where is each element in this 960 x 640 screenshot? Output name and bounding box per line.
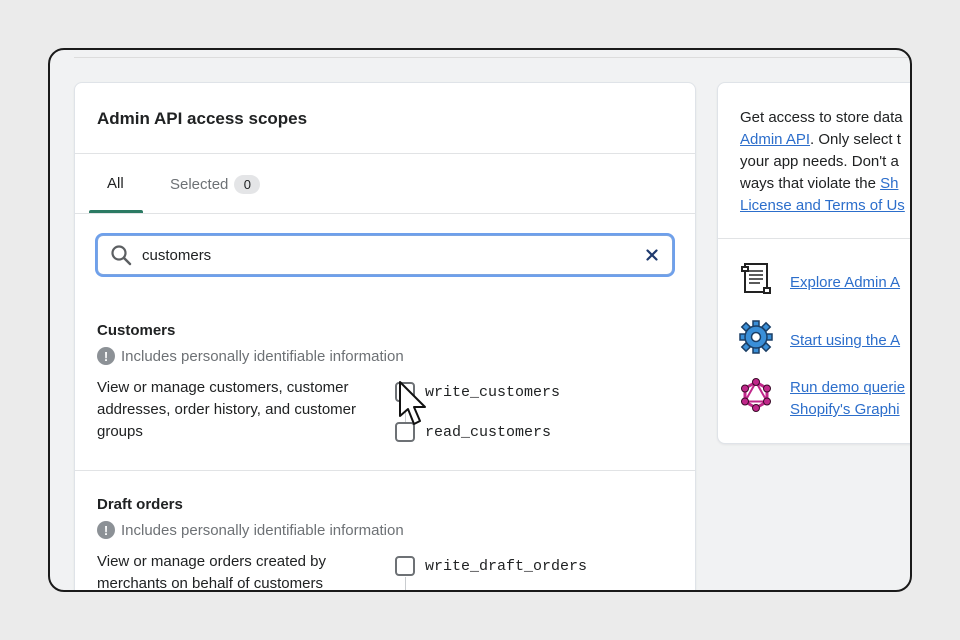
alert-icon: !: [97, 521, 115, 539]
mouse-cursor: [398, 380, 428, 433]
intro-line: your app needs. Don't a: [740, 153, 899, 170]
intro-line: Get access to store data: [740, 109, 903, 126]
link-line: Run demo querie: [790, 379, 906, 396]
tab-selected[interactable]: Selected 0: [170, 175, 261, 194]
start-using-api-link[interactable]: Start using the A: [790, 330, 900, 352]
divider: [718, 238, 910, 239]
intro-line: ways that violate the: [740, 175, 881, 192]
admin-api-link[interactable]: Admin API: [740, 131, 810, 148]
search-input[interactable]: [142, 244, 622, 266]
pii-text: Includes personally identifiable informa…: [121, 347, 404, 365]
window-frame: Admin API access scopes All Selected 0 C…: [48, 48, 912, 592]
scope-label: write_draft_orders: [425, 557, 588, 575]
run-demo-queries-link[interactable]: Run demo querie Shopify's Graphi: [790, 377, 905, 421]
scope-connector: [405, 577, 406, 590]
scope-checkbox[interactable]: [395, 556, 415, 576]
tab-selected-label: Selected: [170, 176, 229, 193]
clear-search-icon[interactable]: [646, 248, 658, 266]
pii-notice: ! Includes personally identifiable infor…: [97, 521, 404, 539]
gear-icon: [738, 319, 774, 360]
search-field[interactable]: [97, 235, 673, 275]
graphql-icon: [738, 377, 774, 418]
info-card: Get access to store data Admin API. Only…: [717, 82, 910, 444]
divider: [75, 470, 695, 471]
scope-label: read_customers: [425, 423, 552, 441]
section-title: Customers: [97, 322, 176, 339]
divider: [75, 153, 695, 154]
selected-count-badge: 0: [234, 175, 261, 194]
section-description: View or manage customers, customer addre…: [97, 379, 357, 440]
intro-line: . Only select t: [810, 131, 901, 148]
resource-item[interactable]: Explore Admin A: [738, 261, 900, 302]
tab-all[interactable]: All: [107, 175, 124, 192]
divider: [75, 213, 695, 214]
pii-notice: ! Includes personally identifiable infor…: [97, 347, 404, 365]
resource-item[interactable]: Start using the A: [738, 319, 900, 360]
explore-admin-api-link[interactable]: Explore Admin A: [790, 272, 900, 294]
card-title: Admin API access scopes: [97, 109, 308, 128]
tab-all-label: All: [107, 175, 124, 192]
license-link[interactable]: Sh: [880, 175, 898, 192]
scope-label: write_customers: [425, 383, 561, 401]
top-divider: [74, 57, 910, 58]
intro-text: Get access to store data Admin API. Only…: [740, 107, 910, 217]
resource-item[interactable]: Run demo querie Shopify's Graphi: [738, 377, 905, 421]
alert-icon: !: [97, 347, 115, 365]
section-description: View or manage orders created by merchan…: [97, 553, 327, 592]
link-line: Shopify's Graphi: [790, 401, 900, 418]
pii-text: Includes personally identifiable informa…: [121, 521, 404, 539]
scroll-icon: [738, 261, 774, 302]
license-link[interactable]: License and Terms of Us: [740, 197, 905, 214]
search-icon: [110, 244, 132, 271]
access-scopes-card: Admin API access scopes All Selected 0 C…: [74, 82, 696, 592]
scope-row[interactable]: write_draft_orders: [395, 556, 587, 576]
section-title: Draft orders: [97, 496, 183, 513]
